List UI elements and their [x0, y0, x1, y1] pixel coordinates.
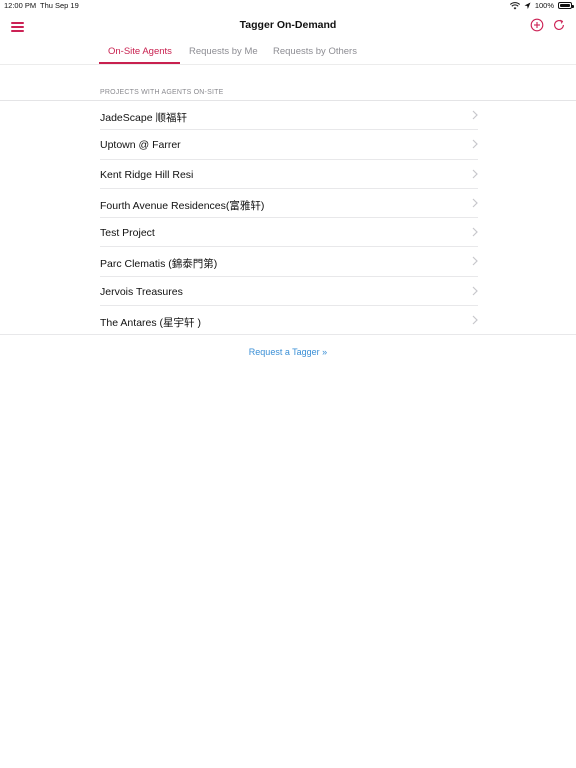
project-name: Kent Ridge Hill Resi — [100, 168, 194, 181]
row-divider — [0, 334, 576, 336]
chevron-right-icon — [472, 139, 478, 149]
tab-requests-by-me[interactable]: Requests by Me — [189, 46, 258, 57]
status-bar: 12:00 PM Thu Sep 19 100% — [0, 0, 576, 12]
battery-icon — [558, 2, 574, 9]
add-circle-icon[interactable] — [530, 18, 544, 32]
battery-percentage: 100% — [534, 1, 554, 10]
project-name: JadeScape 顺福轩 — [100, 112, 187, 124]
project-name: Parc Clematis (錦泰門第) — [100, 258, 218, 271]
list-item[interactable]: JadeScape 顺福轩 — [0, 101, 576, 131]
list-item[interactable]: Jervois Treasures — [0, 277, 576, 307]
segment-tabs: On-Site Agents Requests by Me Requests b… — [0, 40, 576, 65]
request-tagger-link[interactable]: Request a Tagger » — [0, 347, 576, 357]
tab-requests-by-others[interactable]: Requests by Others — [273, 46, 357, 57]
chevron-right-icon — [472, 286, 478, 296]
chevron-right-icon — [472, 169, 478, 179]
project-name: The Antares (星宇轩 ) — [100, 317, 201, 330]
list-item[interactable]: Test Project — [0, 218, 576, 248]
chevron-right-icon — [472, 227, 478, 237]
active-tab-indicator — [99, 62, 180, 64]
project-name: Fourth Avenue Residences(富雅轩) — [100, 199, 265, 212]
chevron-right-icon — [472, 110, 478, 120]
project-name: Test Project — [100, 227, 155, 240]
tab-on-site-agents[interactable]: On-Site Agents — [108, 46, 172, 57]
chevron-right-icon — [472, 257, 478, 266]
location-icon — [524, 2, 531, 9]
chevron-right-icon — [472, 198, 478, 208]
project-name: Jervois Treasures — [100, 285, 183, 298]
list-item[interactable]: Parc Clematis (錦泰門第) — [0, 247, 576, 277]
project-list: JadeScape 顺福轩 Uptown @ Farrer Kent Ridge… — [0, 101, 576, 336]
list-item[interactable]: Kent Ridge Hill Resi — [0, 160, 576, 189]
wifi-icon — [509, 1, 520, 9]
section-header: PROJECTS WITH AGENTS ON-SITE — [100, 89, 224, 96]
page-title: Tagger On-Demand — [239, 19, 337, 31]
navigation-bar: Tagger On-Demand — [0, 12, 576, 40]
list-item[interactable]: The Antares (星宇轩 ) — [0, 306, 576, 336]
project-name: Uptown @ Farrer — [100, 139, 181, 152]
list-item[interactable]: Fourth Avenue Residences(富雅轩) — [0, 189, 576, 219]
status-time: 12:00 PM — [4, 1, 37, 10]
list-item[interactable]: Uptown @ Farrer — [0, 130, 576, 160]
chevron-right-icon — [472, 315, 478, 325]
status-date: Thu Sep 19 — [40, 1, 79, 10]
status-indicators: 100% — [509, 1, 574, 10]
refresh-icon[interactable] — [552, 18, 566, 32]
